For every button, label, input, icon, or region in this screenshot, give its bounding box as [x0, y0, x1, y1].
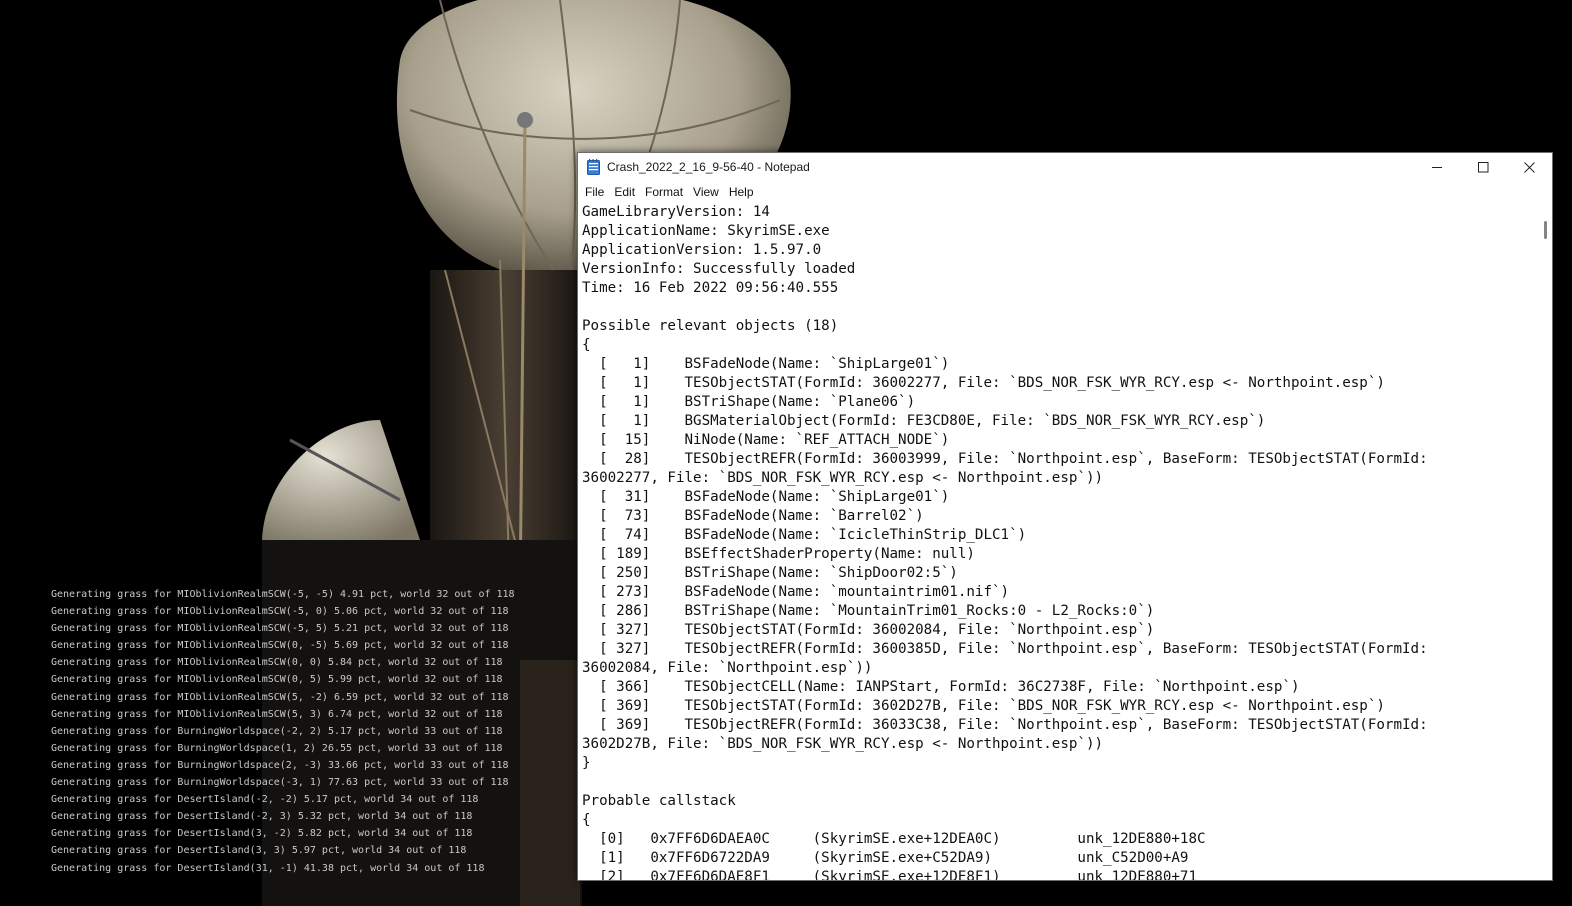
- text-line: GameLibraryVersion: 14: [582, 204, 770, 220]
- text-line: [ 28] TESObjectREFR(FormId: 36003999, Fi…: [582, 451, 1428, 467]
- text-line: {: [582, 812, 591, 828]
- close-button[interactable]: [1506, 153, 1552, 181]
- console-line: Generating grass for DesertIsland(-2, -2…: [51, 794, 479, 806]
- text-line: [ 15] NiNode(Name: `REF_ATTACH_NODE`): [582, 432, 950, 448]
- notepad-window[interactable]: Crash_2022_2_16_9-56-40 - Notepad File E…: [577, 152, 1553, 881]
- text-line: [ 273] BSFadeNode(Name: `mountaintrim01.…: [582, 584, 1010, 600]
- text-line: [ 286] BSTriShape(Name: `MountainTrim01_…: [582, 603, 1155, 619]
- text-line: [ 73] BSFadeNode(Name: `Barrel02`): [582, 508, 924, 524]
- menu-file[interactable]: File: [580, 182, 609, 202]
- console-line: Generating grass for BurningWorldspace(-…: [51, 725, 503, 737]
- text-line: }: [582, 755, 591, 771]
- maximize-icon: [1477, 161, 1488, 172]
- maximize-button[interactable]: [1460, 153, 1506, 181]
- text-editor[interactable]: GameLibraryVersion: 14 ApplicationName: …: [578, 203, 1538, 880]
- text-line: ApplicationVersion: 1.5.97.0: [582, 242, 822, 258]
- text-line: [0] 0x7FF6D6DAEA0C (SkyrimSE.exe+12DEA0C…: [582, 831, 1206, 847]
- console-line: Generating grass for MIOblivionRealmSCW(…: [51, 674, 503, 686]
- menu-format[interactable]: Format: [640, 182, 688, 202]
- text-line: Time: 16 Feb 2022 09:56:40.555: [582, 280, 839, 296]
- console-line: Generating grass for BurningWorldspace(1…: [51, 742, 503, 754]
- menu-edit[interactable]: Edit: [609, 182, 640, 202]
- text-line: [ 250] BSTriShape(Name: `ShipDoor02:5`): [582, 565, 958, 581]
- menu-view[interactable]: View: [688, 182, 724, 202]
- console-line: Generating grass for DesertIsland(31, -1…: [51, 862, 485, 874]
- console-line: Generating grass for MIOblivionRealmSCW(…: [51, 691, 509, 703]
- text-line: [ 369] TESObjectSTAT(FormId: 3602D27B, F…: [582, 698, 1385, 714]
- text-line: [ 31] BSFadeNode(Name: `ShipLarge01`): [582, 489, 950, 505]
- scrollbar-thumb[interactable]: [1544, 221, 1547, 239]
- menu-bar: File Edit Format View Help: [578, 181, 1552, 203]
- text-line: Probable callstack: [582, 793, 736, 809]
- text-line: [ 366] TESObjectCELL(Name: IANPStart, Fo…: [582, 679, 1300, 695]
- text-line: {: [582, 337, 591, 353]
- text-line: [ 1] BGSMaterialObject(FormId: FE3CD80E,…: [582, 413, 1266, 429]
- console-line: Generating grass for BurningWorldspace(-…: [51, 777, 509, 789]
- text-line: [ 74] BSFadeNode(Name: `IcicleThinStrip_…: [582, 527, 1027, 543]
- console-log: Generating grass for MIOblivionRealmSCW(…: [51, 586, 531, 877]
- text-line: [ 1] TESObjectSTAT(FormId: 36002277, Fil…: [582, 375, 1385, 391]
- console-line: Generating grass for MIOblivionRealmSCW(…: [51, 708, 503, 720]
- menu-help[interactable]: Help: [724, 182, 759, 202]
- text-line: [1] 0x7FF6D6722DA9 (SkyrimSE.exe+C52DA9)…: [582, 850, 1189, 866]
- console-line: Generating grass for MIOblivionRealmSCW(…: [51, 623, 509, 635]
- console-line: Generating grass for MIOblivionRealmSCW(…: [51, 640, 509, 652]
- text-line: 36002277, File: `BDS_NOR_FSK_WYR_RCY.esp…: [582, 470, 1104, 486]
- console-line: Generating grass for DesertIsland(3, -2)…: [51, 828, 473, 840]
- text-line: VersionInfo: Successfully loaded: [582, 261, 856, 277]
- minimize-icon: [1431, 166, 1442, 168]
- window-title: Crash_2022_2_16_9-56-40 - Notepad: [607, 160, 810, 174]
- notepad-icon: [587, 159, 600, 175]
- text-line: ApplicationName: SkyrimSE.exe: [582, 223, 830, 239]
- title-bar[interactable]: Crash_2022_2_16_9-56-40 - Notepad: [578, 153, 1552, 181]
- text-line: [ 369] TESObjectREFR(FormId: 36033C38, F…: [582, 717, 1428, 733]
- console-line: Generating grass for MIOblivionRealmSCW(…: [51, 589, 515, 600]
- console-line: Generating grass for DesertIsland(-2, 3)…: [51, 811, 473, 823]
- text-line: Possible relevant objects (18): [582, 318, 839, 334]
- console-line: Generating grass for MIOblivionRealmSCW(…: [51, 606, 509, 618]
- text-line: [ 327] TESObjectREFR(FormId: 3600385D, F…: [582, 641, 1428, 657]
- minimize-button[interactable]: [1414, 153, 1460, 181]
- text-line: [ 327] TESObjectSTAT(FormId: 36002084, F…: [582, 622, 1155, 638]
- vertical-scrollbar[interactable]: [1538, 203, 1552, 880]
- text-line: [2] 0x7FF6D6DAE8F1 (SkyrimSE.exe+12DE8F1…: [582, 869, 1197, 880]
- text-line: 36002084, File: `Northpoint.esp`)): [582, 660, 873, 676]
- close-icon: [1523, 161, 1535, 173]
- text-line: [ 1] BSFadeNode(Name: `ShipLarge01`): [582, 356, 950, 372]
- text-line: 3602D27B, File: `BDS_NOR_FSK_WYR_RCY.esp…: [582, 736, 1104, 752]
- console-line: Generating grass for DesertIsland(3, 3) …: [51, 845, 467, 857]
- editor-content[interactable]: GameLibraryVersion: 14 ApplicationName: …: [578, 203, 1538, 880]
- console-line: Generating grass for MIOblivionRealmSCW(…: [51, 657, 503, 669]
- console-line: Generating grass for BurningWorldspace(2…: [51, 759, 509, 771]
- text-line: [ 1] BSTriShape(Name: `Plane06`): [582, 394, 916, 410]
- text-line: [ 189] BSEffectShaderProperty(Name: null…: [582, 546, 975, 562]
